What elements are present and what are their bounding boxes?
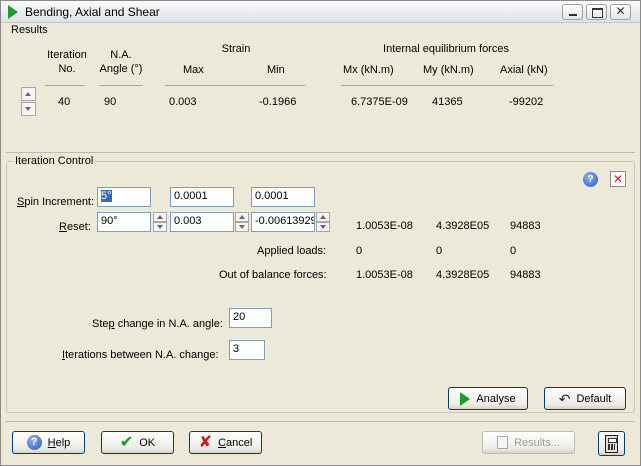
results-button[interactable]: Results... [482, 431, 575, 454]
iteration-control-label: Iteration Control [13, 155, 96, 167]
minimize-button[interactable] [562, 4, 583, 20]
question-icon: ? [26, 435, 42, 450]
header-strain-min: Min [267, 64, 285, 76]
header-strain-max: Max [183, 64, 204, 76]
applied-loads-label: Applied loads: [257, 245, 327, 257]
spin-increment-strain-max-input[interactable]: 0.0001 [170, 187, 234, 207]
header-forces: Internal equilibrium forces [383, 43, 509, 55]
title-bar[interactable]: Bending, Axial and Shear ✕ [1, 1, 640, 23]
iterations-between-label: Iterations between N.A. change: [62, 349, 219, 361]
close-panel-icon[interactable]: ✕ [610, 171, 626, 187]
out-of-balance-my: 4.3928E05 [436, 269, 490, 281]
spin-increment-label: Spin Increment: [17, 196, 95, 208]
applied-my: 0 [436, 245, 443, 257]
result-angle: 90 [104, 96, 117, 108]
window-title: Bending, Axial and Shear [25, 5, 160, 19]
calculator-icon [605, 434, 618, 453]
result-strain-min: -0.1966 [259, 96, 297, 108]
header-strain: Strain [221, 43, 251, 55]
computed-my: 4.3928E05 [436, 220, 490, 232]
default-button[interactable]: ↶ Default [544, 387, 626, 410]
iterations-between-input[interactable]: 3 [229, 340, 265, 360]
document-icon [497, 436, 509, 449]
spin-increment-angle-input[interactable]: 5° [97, 187, 151, 207]
result-my: 41365 [432, 96, 463, 108]
app-play-icon [8, 5, 18, 19]
header-na-angle: N.A. Angle (°) [99, 49, 143, 75]
dialog-window: Bending, Axial and Shear ✕ Results Itera… [0, 0, 641, 466]
out-of-balance-axial: 94883 [510, 269, 541, 281]
reset-strain-max-input[interactable]: 0.003 [170, 212, 234, 232]
header-axial: Axial (kN) [500, 64, 548, 76]
result-strain-max: 0.003 [169, 96, 197, 108]
help-button[interactable]: ? Help [12, 431, 85, 454]
section-divider [6, 152, 635, 153]
reset-angle-input[interactable]: 90° [97, 212, 151, 232]
header-underline [45, 85, 85, 86]
result-row-down-button[interactable] [21, 102, 36, 116]
header-underline [165, 85, 305, 86]
undo-icon: ↶ [558, 390, 571, 407]
applied-mx: 0 [356, 245, 363, 257]
reset-strain-max-spinner[interactable] [235, 212, 249, 232]
ok-button[interactable]: ✔ OK [101, 431, 174, 454]
reset-label: Reset: [59, 221, 91, 233]
result-mx: 6.7375E-09 [351, 96, 408, 108]
reset-angle-spinner[interactable] [153, 212, 167, 232]
computed-mx: 1.0053E-08 [356, 220, 413, 232]
header-underline [99, 85, 143, 86]
result-axial: -99202 [509, 96, 544, 108]
reset-strain-min-input[interactable]: -0.00613929 [251, 212, 315, 232]
header-iteration: Iteration No. [47, 49, 87, 75]
result-iteration: 40 [58, 96, 71, 108]
step-change-label: Step change in N.A. angle: [92, 318, 223, 330]
analyse-button[interactable]: Analyse [448, 387, 528, 410]
computed-axial: 94883 [510, 220, 541, 232]
out-of-balance-label: Out of balance forces: [219, 269, 327, 281]
calculator-button[interactable] [598, 431, 625, 456]
footer-divider [6, 421, 635, 422]
result-row-up-button[interactable] [21, 87, 36, 101]
help-icon[interactable]: ? [583, 172, 598, 187]
out-of-balance-mx: 1.0053E-08 [356, 269, 413, 281]
maximize-button[interactable] [586, 4, 607, 20]
close-icon: ✕ [615, 4, 626, 18]
step-change-input[interactable]: 20 [229, 308, 272, 328]
check-icon: ✔ [119, 433, 134, 451]
header-underline [341, 85, 553, 86]
header-mx: Mx (kN.m) [343, 64, 394, 76]
results-section-label: Results [11, 24, 48, 36]
reset-strain-min-spinner[interactable] [316, 212, 330, 232]
play-icon [460, 391, 471, 406]
spin-increment-strain-min-input[interactable]: 0.0001 [251, 187, 315, 207]
header-my: My (kN.m) [423, 64, 474, 76]
cancel-x-icon: ✘ [198, 433, 213, 451]
close-window-button[interactable]: ✕ [610, 4, 631, 20]
cancel-button[interactable]: ✘ Cancel [189, 431, 262, 454]
applied-axial: 0 [510, 245, 517, 257]
